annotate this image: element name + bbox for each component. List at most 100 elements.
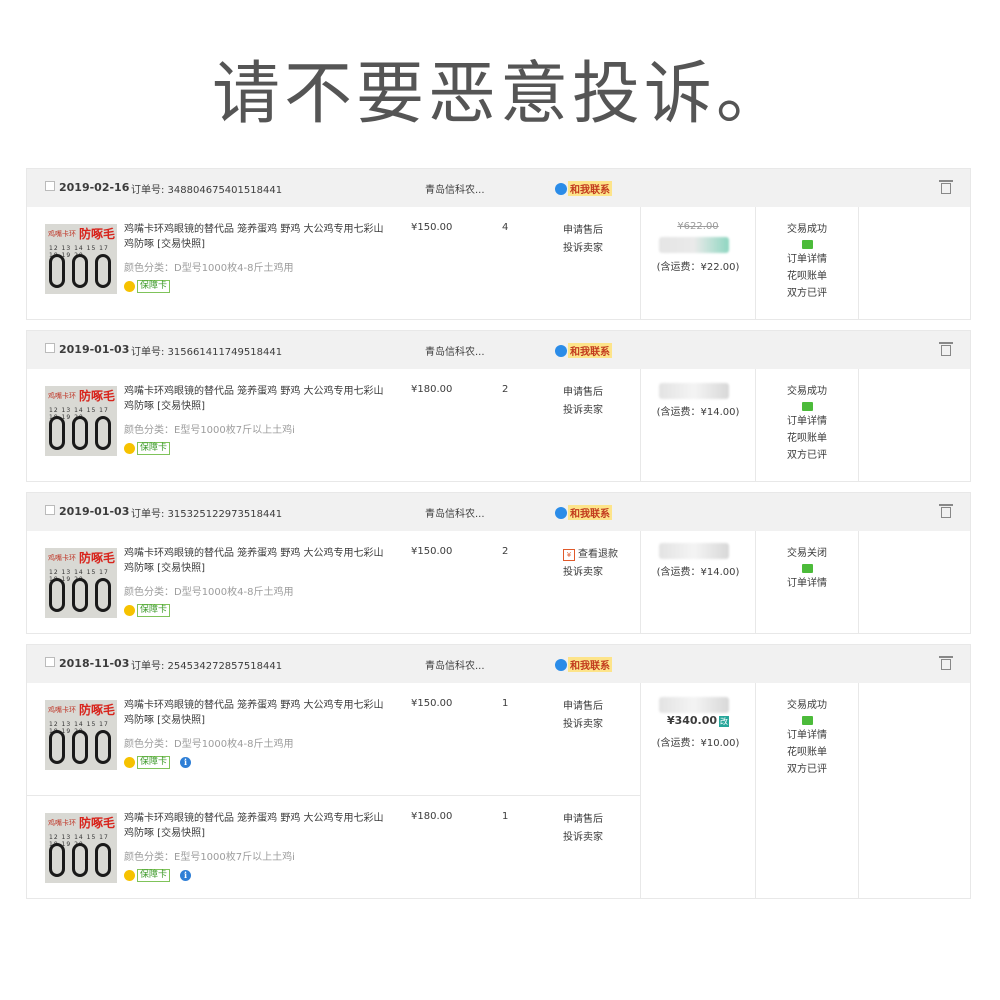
after-sale-links: 申请售后 投诉卖家 bbox=[563, 698, 603, 734]
guard-card[interactable]: 保障卡 i bbox=[124, 869, 192, 882]
quantity: 4 bbox=[502, 222, 509, 233]
guard-card-icon bbox=[124, 443, 135, 454]
contact-icon bbox=[555, 344, 567, 357]
order-detail-link[interactable]: 订单详情 bbox=[756, 251, 858, 268]
apply-after-sale-link[interactable]: 申请售后 bbox=[563, 698, 603, 716]
shop-name-link[interactable]: 青岛信科农... bbox=[425, 181, 485, 196]
checkbox-icon[interactable] bbox=[45, 657, 55, 667]
trade-status: 交易成功 bbox=[787, 700, 827, 711]
order-body: 鸡嘴卡环 防啄毛 12 13 14 15 17 18 19 20 鸡嘴卡环鸡眼镜的替… bbox=[27, 207, 970, 319]
unit-price: ¥150.00 bbox=[411, 546, 453, 557]
checkbox-icon[interactable] bbox=[45, 181, 55, 191]
after-sale-links: 申请售后 投诉卖家 bbox=[563, 222, 603, 258]
huabei-bill-link[interactable]: 花呗账单 bbox=[756, 744, 858, 761]
huabei-bill-link[interactable]: 花呗账单 bbox=[756, 268, 858, 285]
price-modified-badge: 改 bbox=[719, 716, 730, 727]
shipping-fee: (含运费：¥22.00) bbox=[656, 262, 740, 273]
guard-card[interactable]: 保障卡 bbox=[124, 280, 171, 293]
trash-icon[interactable] bbox=[939, 342, 953, 356]
contact-seller-button[interactable]: 和我联系 bbox=[555, 505, 612, 520]
review-status[interactable]: 双方已评 bbox=[756, 761, 858, 778]
guard-card[interactable]: 保障卡 bbox=[124, 442, 171, 455]
order-number: 订单号: 315325122973518441 bbox=[131, 509, 283, 520]
blurred-original bbox=[659, 697, 729, 713]
order-header: 2019-01-03 订单号: 315661411749518441 青岛信科农… bbox=[27, 331, 970, 369]
chat-icon[interactable] bbox=[801, 716, 813, 725]
contact-seller-button[interactable]: 和我联系 bbox=[555, 657, 612, 672]
shop-name-link[interactable]: 青岛信科农... bbox=[425, 343, 485, 358]
chat-icon[interactable] bbox=[801, 402, 813, 411]
blurred-total bbox=[659, 237, 729, 253]
huabei-bill-link[interactable]: 花呗账单 bbox=[756, 430, 858, 447]
checkbox-icon[interactable] bbox=[45, 505, 55, 515]
product-sku: 颜色分类：D型号1000枚4-8斤土鸡用 bbox=[124, 587, 294, 598]
page-headline: 请不要恶意投诉。 bbox=[211, 55, 788, 134]
product-title-link[interactable]: 鸡嘴卡环鸡眼镜的替代品 笼养蛋鸡 野鸡 大公鸡专用七彩山鸡防啄 [交易快照] bbox=[124, 384, 389, 414]
trade-status: 交易成功 bbox=[787, 386, 827, 397]
order-body: 鸡嘴卡环 防啄毛 12 13 14 15 17 18 19 20 鸡嘴卡环鸡眼镜的替… bbox=[27, 531, 970, 633]
product-title-link[interactable]: 鸡嘴卡环鸡眼镜的替代品 笼养蛋鸡 野鸡 大公鸡专用七彩山鸡防啄 [交易快照] bbox=[124, 546, 389, 576]
info-icon[interactable]: i bbox=[180, 757, 192, 768]
product-thumbnail[interactable]: 鸡嘴卡环 防啄毛 12 13 14 15 17 18 19 20 bbox=[45, 813, 117, 883]
payment-cell: ¥622.00 (含运费：¥22.00) bbox=[641, 207, 756, 319]
shop-name-link[interactable]: 青岛信科农... bbox=[425, 505, 485, 520]
complain-seller-link[interactable]: 投诉卖家 bbox=[563, 829, 603, 847]
unit-price: ¥180.00 bbox=[411, 811, 453, 822]
shop-name-link[interactable]: 青岛信科农... bbox=[425, 657, 485, 672]
order-date: 2019-01-03 bbox=[59, 343, 130, 356]
chat-icon[interactable] bbox=[801, 564, 813, 573]
shipping-fee: (含运费：¥14.00) bbox=[656, 407, 740, 418]
review-status[interactable]: 双方已评 bbox=[756, 285, 858, 302]
shipping-fee: (含运费：¥14.00) bbox=[656, 567, 740, 578]
status-cell: 交易成功 订单详情 花呗账单 双方已评 bbox=[756, 369, 859, 481]
order-card: 2019-01-03 订单号: 315661411749518441 青岛信科农… bbox=[26, 330, 971, 482]
complain-seller-link[interactable]: 投诉卖家 bbox=[563, 402, 603, 420]
product-thumbnail[interactable]: 鸡嘴卡环 防啄毛 12 13 14 15 17 18 19 20 bbox=[45, 548, 117, 618]
quantity: 1 bbox=[502, 811, 509, 822]
order-date: 2019-01-03 bbox=[59, 505, 130, 518]
complain-seller-link[interactable]: 投诉卖家 bbox=[563, 716, 603, 734]
checkbox-icon[interactable] bbox=[45, 343, 55, 353]
product-title-link[interactable]: 鸡嘴卡环鸡眼镜的替代品 笼养蛋鸡 野鸡 大公鸡专用七彩山鸡防啄 [交易快照] bbox=[124, 698, 389, 728]
contact-seller-button[interactable]: 和我联系 bbox=[555, 181, 612, 196]
apply-after-sale-link[interactable]: 申请售后 bbox=[563, 222, 603, 240]
contact-seller-button[interactable]: 和我联系 bbox=[555, 343, 612, 358]
product-title-link[interactable]: 鸡嘴卡环鸡眼镜的替代品 笼养蛋鸡 野鸡 大公鸡专用七彩山鸡防啄 [交易快照] bbox=[124, 222, 389, 252]
guard-card-icon bbox=[124, 281, 135, 292]
guard-card-icon bbox=[124, 870, 135, 881]
order-item: 鸡嘴卡环 防啄毛 12 13 14 15 17 18 19 20 鸡嘴卡环鸡眼镜的替… bbox=[27, 683, 641, 795]
order-detail-link[interactable]: 订单详情 bbox=[756, 413, 858, 430]
product-thumbnail[interactable]: 鸡嘴卡环 防啄毛 12 13 14 15 17 18 19 20 bbox=[45, 224, 117, 294]
product-thumbnail[interactable]: 鸡嘴卡环 防啄毛 12 13 14 15 17 18 19 20 bbox=[45, 386, 117, 456]
chat-icon[interactable] bbox=[801, 240, 813, 249]
info-icon[interactable]: i bbox=[180, 870, 192, 881]
shipping-fee: (含运费：¥10.00) bbox=[656, 738, 740, 749]
trash-icon[interactable] bbox=[939, 180, 953, 194]
order-date: 2019-02-16 bbox=[59, 181, 130, 194]
review-status[interactable]: 双方已评 bbox=[756, 447, 858, 464]
product-thumbnail[interactable]: 鸡嘴卡环 防啄毛 12 13 14 15 17 18 19 20 bbox=[45, 700, 117, 770]
guard-card[interactable]: 保障卡 i bbox=[124, 756, 192, 769]
complain-seller-link[interactable]: 投诉卖家 bbox=[563, 564, 618, 582]
status-cell: 交易成功 订单详情 花呗账单 双方已评 bbox=[756, 683, 859, 898]
blurred-total bbox=[659, 383, 729, 399]
order-detail-link[interactable]: 订单详情 bbox=[756, 727, 858, 744]
apply-after-sale-link[interactable]: 申请售后 bbox=[563, 384, 603, 402]
unit-price: ¥150.00 bbox=[411, 698, 453, 709]
guard-card-icon bbox=[124, 605, 135, 616]
trade-status: 交易关闭 bbox=[787, 548, 827, 559]
contact-icon bbox=[555, 182, 567, 195]
trash-icon[interactable] bbox=[939, 656, 953, 670]
product-title-link[interactable]: 鸡嘴卡环鸡眼镜的替代品 笼养蛋鸡 野鸡 大公鸡专用七彩山鸡防啄 [交易快照] bbox=[124, 811, 389, 841]
order-card: 2018-11-03 订单号: 254534272857518441 青岛信科农… bbox=[26, 644, 971, 899]
after-sale-links: ¥ 查看退款 投诉卖家 bbox=[563, 546, 618, 582]
trash-icon[interactable] bbox=[939, 504, 953, 518]
refund-icon: ¥ bbox=[563, 549, 575, 561]
order-detail-link[interactable]: 订单详情 bbox=[756, 575, 858, 592]
guard-card[interactable]: 保障卡 bbox=[124, 604, 171, 617]
order-item: 鸡嘴卡环 防啄毛 12 13 14 15 17 18 19 20 鸡嘴卡环鸡眼镜的替… bbox=[27, 531, 641, 633]
apply-after-sale-link[interactable]: 申请售后 bbox=[563, 811, 603, 829]
guard-card-icon bbox=[124, 757, 135, 768]
complain-seller-link[interactable]: 投诉卖家 bbox=[563, 240, 603, 258]
view-refund-link[interactable]: ¥ 查看退款 bbox=[563, 546, 618, 564]
